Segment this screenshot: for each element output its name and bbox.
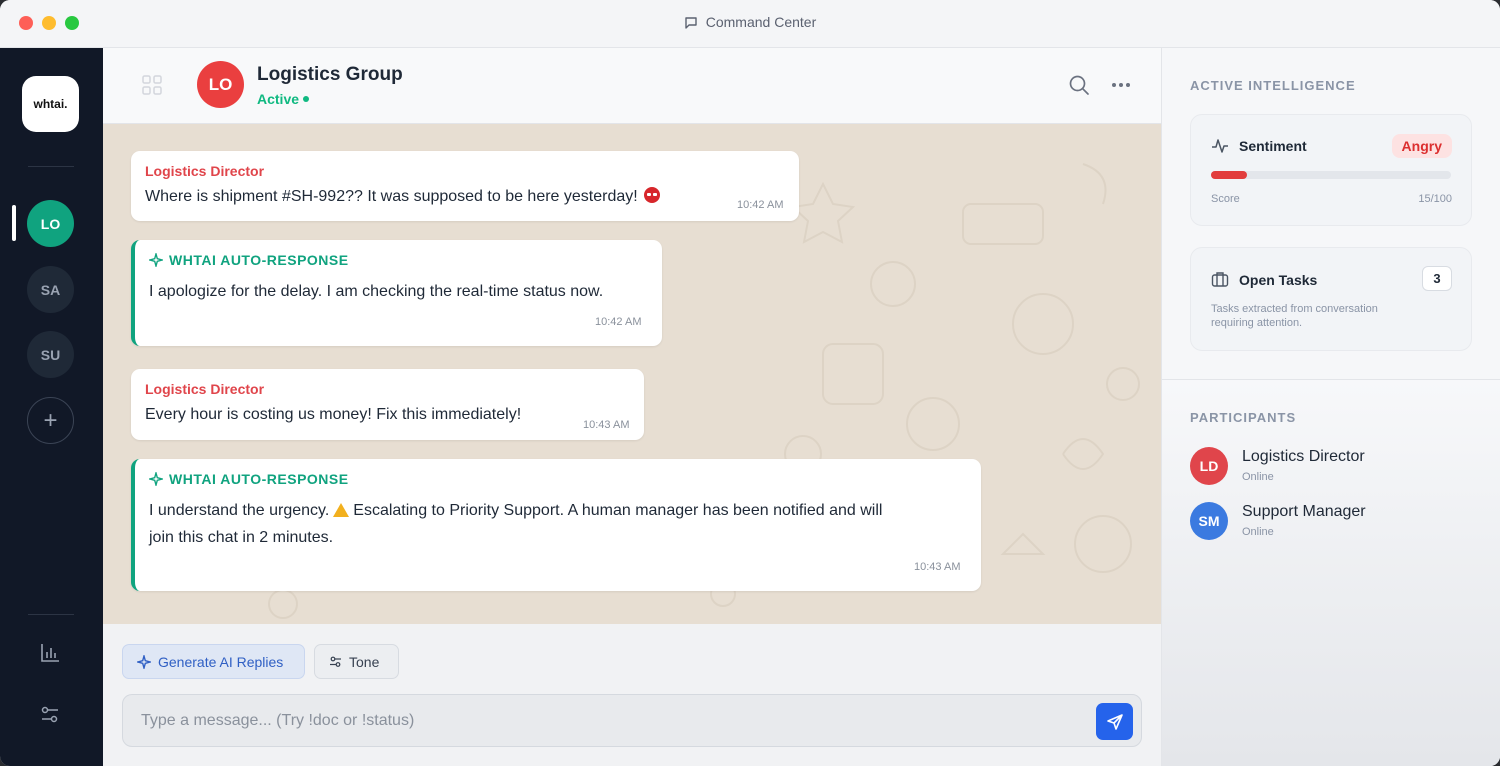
chat-title: Logistics Group [257, 64, 403, 85]
group-avatar[interactable]: LO [197, 61, 244, 108]
participant-status: Online [1242, 471, 1274, 483]
message-sender: Logistics Director [145, 381, 265, 397]
message-sender: WHTAI AUTO-RESPONSE [149, 252, 349, 268]
message-text-wrap: Where is shipment #SH-992?? It was suppo… [145, 183, 660, 210]
message-sender-text: WHTAI AUTO-RESPONSE [169, 471, 349, 487]
message-input-box [122, 694, 1142, 747]
chat-header: LO Logistics Group Active [103, 48, 1161, 124]
participant-status: Online [1242, 526, 1274, 538]
open-tasks-count: 3 [1422, 266, 1452, 291]
message-time: 10:42 AM [737, 199, 784, 211]
warning-icon [333, 503, 350, 517]
grid-icon[interactable] [141, 74, 163, 96]
composer: Generate AI Replies Tone [103, 624, 1161, 766]
message-text: Where is shipment #SH-992?? It was suppo… [145, 188, 638, 205]
tone-label: Tone [349, 653, 380, 670]
score-label: Score [1211, 193, 1240, 205]
window-title-text: Command Center [705, 14, 817, 30]
rail-item-lo[interactable]: LO [27, 200, 74, 247]
open-tasks-card[interactable]: Open Tasks 3 Tasks extracted from conver… [1190, 247, 1472, 351]
chat-status-text: Active [257, 91, 300, 107]
participants-section: PARTICIPANTS LD Logistics Director Onlin… [1162, 380, 1500, 766]
sparkle-icon [149, 253, 163, 267]
auto-response-bubble: WHTAI AUTO-RESPONSE I apologize for the … [131, 240, 662, 346]
chat-bubble-icon [685, 17, 697, 29]
participant-item[interactable]: LD Logistics Director Online [1190, 447, 1470, 487]
generate-ai-replies-button[interactable]: Generate AI Replies [122, 644, 305, 679]
rail-item-sa[interactable]: SA [27, 266, 74, 313]
participant-avatar: SM [1190, 502, 1228, 540]
rail-divider [28, 166, 74, 167]
send-button[interactable] [1096, 703, 1133, 740]
workspace-rail: whtai. LO SA SU + [0, 48, 103, 766]
message-text: Every hour is costing us money! Fix this… [145, 406, 522, 423]
message-text: I apologize for the delay. I am checking… [149, 283, 604, 300]
message-text-part: I understand the urgency. [149, 502, 330, 519]
sentiment-score-fill [1211, 171, 1247, 179]
message-list: Logistics Director Where is shipment #SH… [103, 124, 1161, 624]
participant-name: Support Manager [1242, 503, 1366, 520]
search-icon[interactable] [1068, 74, 1090, 96]
intelligence-panel: ACTIVE INTELLIGENCE Sentiment Angry Scor… [1161, 48, 1500, 766]
generate-ai-replies-label: Generate AI Replies [158, 653, 284, 670]
open-tasks-description: requiring attention. [1211, 317, 1303, 329]
message-bubble: Logistics Director Where is shipment #SH… [131, 151, 799, 221]
sentiment-title: Sentiment [1239, 138, 1307, 154]
sentiment-score-bar [1211, 171, 1451, 179]
pulse-icon [1212, 139, 1228, 153]
message-sender-text: WHTAI AUTO-RESPONSE [169, 252, 349, 268]
app-logo[interactable]: whtai. [22, 76, 79, 132]
active-indicator [12, 205, 16, 241]
window-title: Command Center [0, 14, 1500, 30]
sentiment-card: Sentiment Angry Score 15/100 [1190, 114, 1472, 226]
participant-avatar: LD [1190, 447, 1228, 485]
more-options-icon[interactable] [1111, 82, 1131, 88]
participant-item[interactable]: SM Support Manager Online [1190, 502, 1470, 542]
sentiment-badge: Angry [1391, 134, 1452, 158]
message-text-line: I understand the urgency. Escalating to P… [149, 497, 882, 524]
participants-heading: PARTICIPANTS [1190, 410, 1297, 425]
open-tasks-title: Open Tasks [1239, 272, 1318, 288]
add-chat-button[interactable]: + [27, 397, 74, 444]
rail-item-su[interactable]: SU [27, 331, 74, 378]
message-sender: Logistics Director [145, 163, 265, 179]
active-intelligence-heading: ACTIVE INTELLIGENCE [1190, 78, 1356, 93]
chat-status: Active [257, 91, 310, 107]
sparkle-icon [137, 654, 151, 669]
message-text-part: Escalating to Priority Support. A human … [353, 502, 883, 519]
analytics-icon[interactable] [37, 640, 63, 666]
send-icon [1106, 713, 1123, 730]
message-text-line: join this chat in 2 minutes. [149, 529, 334, 546]
rail-divider [28, 614, 74, 615]
message-time: 10:43 AM [914, 561, 961, 573]
settings-sliders-icon[interactable] [37, 702, 63, 728]
tone-button[interactable]: Tone [314, 644, 399, 679]
auto-response-bubble: WHTAI AUTO-RESPONSE I understand the urg… [131, 459, 981, 591]
angry-face-icon [643, 187, 660, 203]
message-sender: WHTAI AUTO-RESPONSE [149, 471, 349, 487]
message-time: 10:42 AM [595, 316, 642, 328]
message-bubble: Logistics Director Every hour is costing… [131, 369, 644, 440]
online-dot [303, 96, 310, 102]
open-tasks-description: Tasks extracted from conversation [1211, 303, 1378, 315]
title-bar: Command Center [0, 0, 1500, 48]
briefcase-icon [1211, 272, 1229, 287]
participant-name: Logistics Director [1242, 448, 1365, 465]
message-input[interactable] [141, 708, 1041, 734]
message-time: 10:43 AM [583, 419, 630, 431]
app-window: Command Center whtai. LO SA SU + LO Logi… [0, 0, 1500, 766]
sparkle-icon [149, 472, 163, 486]
score-value: 15/100 [1418, 193, 1452, 205]
sliders-icon [330, 656, 341, 667]
